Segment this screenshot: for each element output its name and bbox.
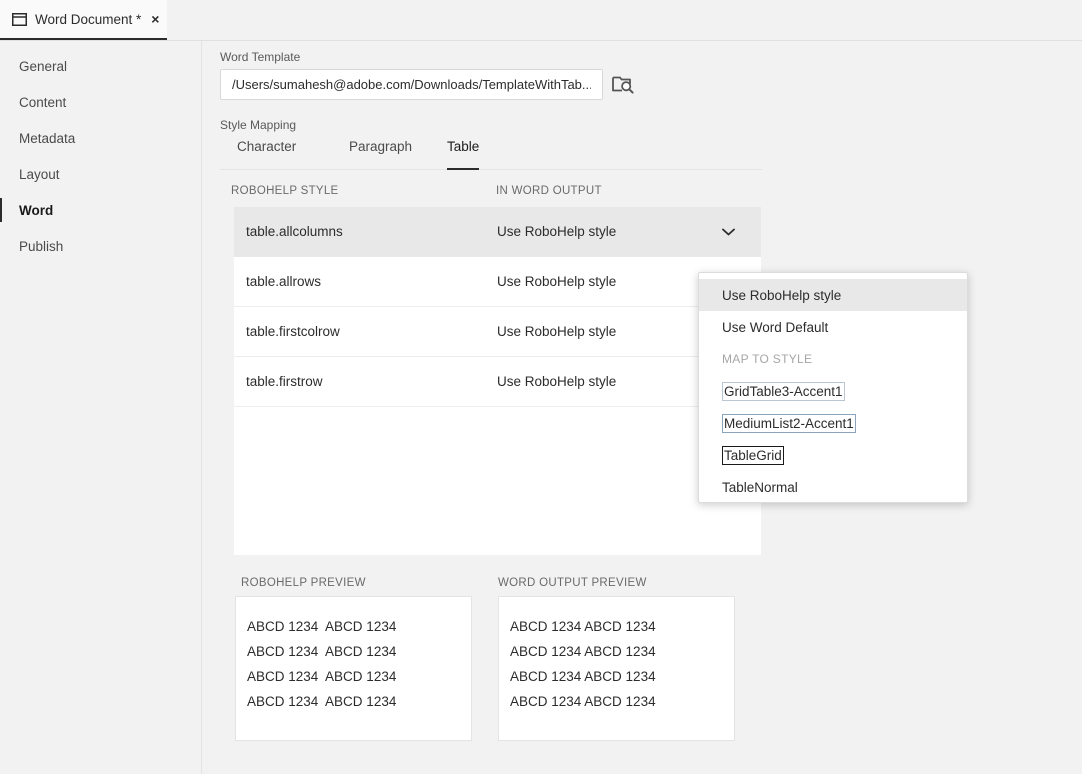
cell-word-output: Use RoboHelp style [497,224,616,239]
preview-line: ABCD 1234 ABCD 1234 [510,689,734,714]
sidebar-item-publish[interactable]: Publish [0,228,201,264]
settings-sidebar: General Content Metadata Layout Word Pub… [0,41,202,774]
tab-table[interactable]: Table [447,139,479,170]
tab-paragraph[interactable]: Paragraph [349,139,412,170]
dropdown-item-use-robohelp-style[interactable]: Use RoboHelp style [699,279,967,311]
folder-search-icon[interactable] [611,71,635,97]
word-template-label: Word Template [220,50,300,64]
document-tab-bar: Word Document * × [0,0,1082,41]
dropdown-item-label: Use Word Default [722,320,828,335]
dropdown-item-mediumlist2-accent1[interactable]: MediumList2-Accent1 [699,407,967,439]
preview-line: ABCD 1234 ABCD 1234 [247,689,471,714]
table-row[interactable]: table.allrows Use RoboHelp style [234,257,761,307]
close-icon[interactable]: × [151,12,159,26]
dropdown-item-label: TableGrid [722,446,784,465]
preview-line: ABCD 1234 ABCD 1234 [247,614,471,639]
dropdown-item-label: Use RoboHelp style [722,288,841,303]
tab-title: Word Document * [35,12,141,27]
sidebar-item-metadata[interactable]: Metadata [0,120,201,156]
style-mapping-table: table.allcolumns Use RoboHelp style tabl… [234,207,761,555]
chevron-down-icon[interactable] [722,228,735,236]
cell-word-output: Use RoboHelp style [497,374,616,389]
style-mapping-label: Style Mapping [220,118,296,132]
tab-word-document[interactable]: Word Document * × [0,0,167,40]
cell-robohelp-style: table.firstrow [246,374,323,389]
sidebar-item-label: Metadata [19,131,75,146]
cell-word-output: Use RoboHelp style [497,324,616,339]
robohelp-preview-box: ABCD 1234 ABCD 1234 ABCD 1234 ABCD 1234 … [235,596,472,741]
word-output-dropdown-menu: Use RoboHelp style Use Word Default MAP … [698,272,968,503]
table-row[interactable]: table.allcolumns Use RoboHelp style [234,207,761,257]
word-settings-panel: Word Template Style Mapping Character Pa… [203,41,1082,774]
dropdown-item-label: MediumList2-Accent1 [722,414,856,433]
style-table-header: ROBOHELP STYLE IN WORD OUTPUT [231,185,766,205]
dropdown-item-label: TableNormal [722,480,798,495]
robohelp-preview-label: ROBOHELP PREVIEW [241,577,366,589]
sidebar-item-content[interactable]: Content [0,84,201,120]
dropdown-item-tablenormal[interactable]: TableNormal [699,471,967,503]
preview-line: ABCD 1234 ABCD 1234 [510,664,734,689]
app-window: Word Document * × General Content Metada… [0,0,1082,774]
sidebar-item-general[interactable]: General [0,48,201,84]
window-document-icon [12,13,27,26]
sidebar-item-label: Publish [19,239,63,254]
sidebar-item-label: Content [19,95,66,110]
preview-line: ABCD 1234 ABCD 1234 [510,614,734,639]
sidebar-item-label: Word [19,203,53,218]
sidebar-item-word[interactable]: Word [0,192,201,228]
dropdown-item-use-word-default[interactable]: Use Word Default [699,311,967,343]
dropdown-section-map-to-style: MAP TO STYLE [699,343,967,375]
cell-robohelp-style: table.allrows [246,274,321,289]
column-header-in-word-output: IN WORD OUTPUT [496,185,602,197]
style-mapping-tabs: Character Paragraph Table [220,139,762,170]
preview-line: ABCD 1234 ABCD 1234 [510,639,734,664]
word-template-input[interactable] [220,69,603,100]
preview-line: ABCD 1234 ABCD 1234 [247,639,471,664]
dropdown-item-gridtable3-accent1[interactable]: GridTable3-Accent1 [699,375,967,407]
sidebar-item-label: Layout [19,167,60,182]
table-row[interactable]: table.firstcolrow Use RoboHelp style [234,307,761,357]
dropdown-item-label: GridTable3-Accent1 [722,382,845,401]
cell-robohelp-style: table.allcolumns [246,224,343,239]
cell-word-output: Use RoboHelp style [497,274,616,289]
sidebar-item-layout[interactable]: Layout [0,156,201,192]
table-row[interactable]: table.firstrow Use RoboHelp style [234,357,761,407]
preview-line: ABCD 1234 ABCD 1234 [247,664,471,689]
dropdown-section-label: MAP TO STYLE [722,352,812,366]
column-header-robohelp-style: ROBOHELP STYLE [231,185,339,197]
cell-robohelp-style: table.firstcolrow [246,324,340,339]
sidebar-item-label: General [19,59,67,74]
word-output-preview-label: WORD OUTPUT PREVIEW [498,577,647,589]
tab-character[interactable]: Character [237,139,296,170]
dropdown-item-tablegrid[interactable]: TableGrid [699,439,967,471]
word-output-preview-box: ABCD 1234 ABCD 1234 ABCD 1234 ABCD 1234 … [498,596,735,741]
